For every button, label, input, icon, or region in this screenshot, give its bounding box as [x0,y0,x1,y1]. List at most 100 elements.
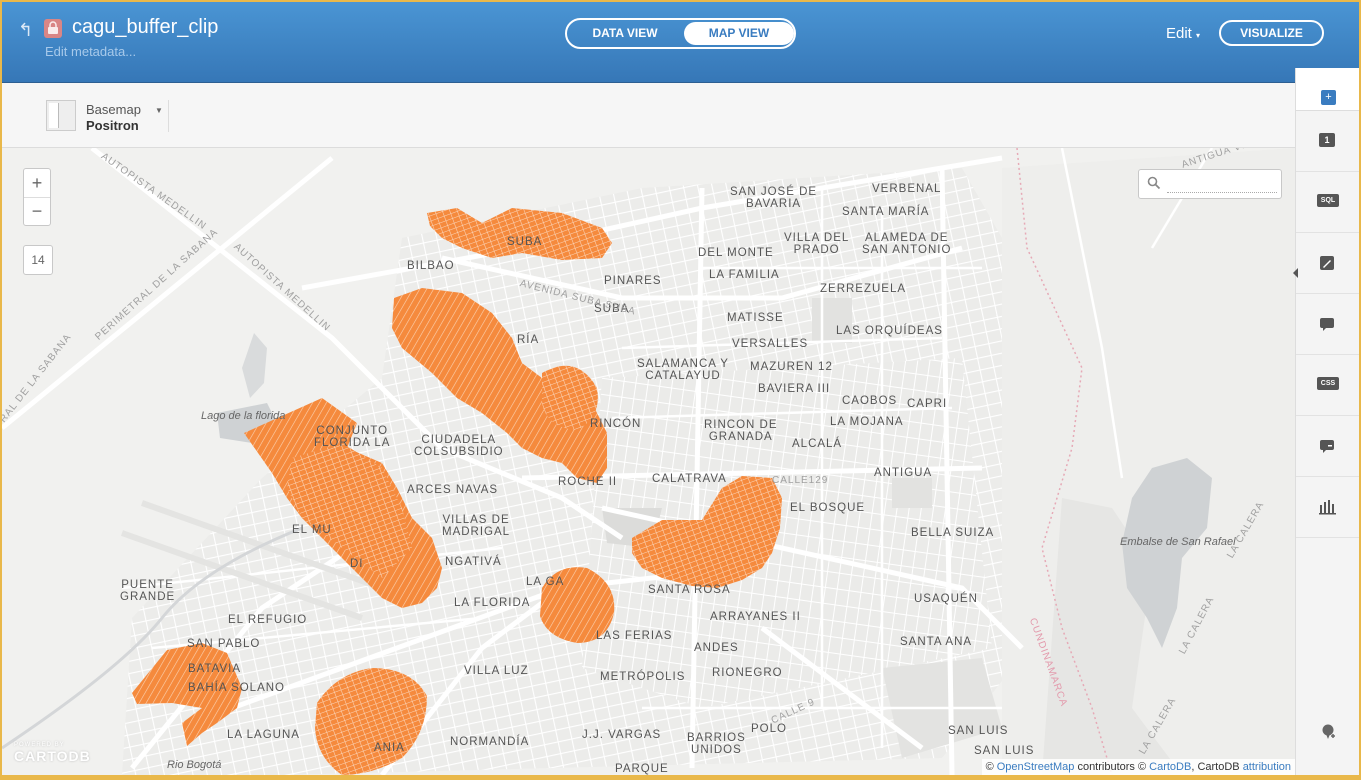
basemap-label[interactable]: Basemap [86,102,141,117]
map-label: RINCON DE GRANADA [704,419,778,443]
caret-down-icon[interactable]: ▼ [155,106,163,115]
cartodb-logo[interactable]: POWERED BY CARTODB [14,742,91,766]
map-label: EL BOSQUE [790,502,866,514]
edit-menu[interactable]: Edit ▾ [1166,25,1200,42]
map-label: POLO [751,723,787,735]
divider [168,100,169,132]
dataset-title[interactable]: cagu_buffer_clip [72,16,218,39]
attribution-text: , CartoDB [1191,761,1243,773]
wizard-tool-button[interactable] [1296,233,1359,294]
map-label: BAVIERA III [758,383,831,395]
map-label: ALCALÁ [792,438,843,450]
zoom-control: + − [23,168,51,226]
map-label: MATISSE [727,312,784,324]
basemap-value[interactable]: Positron [86,118,139,133]
osm-link[interactable]: OpenStreetMap [997,761,1075,773]
comment-icon [1320,318,1334,331]
map-label: LA FAMILIA [709,269,780,281]
attribution-text: contributors © [1074,761,1150,773]
map-label: RINCÓN [590,418,642,430]
map-pin-add-icon[interactable] [1320,723,1336,746]
map-label: EL MU [292,524,332,536]
map-label: CAPRI [907,398,948,410]
water-label: Embalse de San Rafael [1120,536,1236,548]
layer-1-button[interactable]: 1 [1296,111,1359,172]
back-arrow-icon[interactable]: ↰ [18,20,33,41]
map-label: BELLA SUIZA [911,527,995,539]
sql-icon: SQL [1317,194,1339,207]
paintbrush-icon [1320,256,1334,270]
right-tool-panel: + 1 SQL CSS [1293,68,1359,775]
map-canvas[interactable]: SAN JOSÉ DE BAVARIA VERBENAL SANTA MARÍA… [2,148,1295,775]
add-layer-button[interactable]: + [1321,90,1336,105]
map-label: ANDES [694,642,739,654]
map-label: BATAVIA [188,663,242,675]
water-label: Rio Bogotá [167,759,222,771]
cartodb-logo-text: CARTODB [14,748,91,764]
map-label: NGATIVÁ [445,556,502,568]
map-label: BARRIOS UNIDOS [687,732,746,756]
sql-tool-button[interactable]: SQL [1296,172,1359,233]
map-label: CONJUNTO FLORIDA LA [314,425,391,449]
histogram-icon [1319,500,1336,515]
map-label: LA LAGUNA [227,729,300,741]
map-label: SAN PABLO [187,638,261,650]
map-label: SALAMANCA Y CATALAYUD [637,358,729,382]
map-label: ARRAYANES II [710,611,801,623]
attribution-link[interactable]: attribution [1243,761,1291,773]
map-label: MAZUREN 12 [750,361,833,373]
map-label: ARCES NAVAS [407,484,499,496]
basemap-thumbnail[interactable] [46,100,76,131]
map-label: VILLA LUZ [464,665,529,677]
map-label: BILBAO [407,260,455,272]
map-label: SANTA ROSA [648,584,731,596]
edit-label: Edit [1166,25,1192,42]
filters-tool-button[interactable] [1296,477,1359,538]
edit-metadata-link[interactable]: Edit metadata... [45,44,136,59]
css-icon: CSS [1317,377,1339,390]
zoom-out-button[interactable]: − [24,197,50,225]
map-label: SAN LUIS [948,725,1009,737]
map-label: LA GA [526,576,565,588]
map-view-tab[interactable]: MAP VIEW [684,22,794,45]
zoom-level-indicator: 14 [23,245,53,275]
map-attribution: © OpenStreetMap contributors © CartoDB, … [981,759,1295,775]
map-label: METRÓPOLIS [600,671,686,683]
map-label: RIONEGRO [712,667,783,679]
legend-icon [1320,440,1334,453]
lock-icon[interactable] [44,19,62,38]
map-label: ROCHE II [558,476,618,488]
map-label: CAOBOS [842,395,898,407]
data-view-tab[interactable]: DATA VIEW [575,22,675,45]
map-label: LAS ORQUÍDEAS [836,325,943,337]
attribution-text: © [985,761,997,773]
map-label: LA FLORIDA [454,597,531,609]
infowindow-tool-button[interactable] [1296,294,1359,355]
map-label: J.J. VARGAS [582,729,662,741]
css-tool-button[interactable]: CSS [1296,355,1359,416]
map-label: SANTA MARÍA [842,206,930,218]
basemap-bar: Basemap Positron ▼ [2,83,1295,148]
map-label: SANTA ANA [900,636,973,648]
map-label: DEL MONTE [698,247,774,259]
road-label: CALLE129 [772,475,829,486]
map-label: PINARES [604,275,662,287]
view-toggle: DATA VIEW MAP VIEW [565,18,796,49]
label-text: SAN JOSÉ DE BAVARIA [730,186,818,210]
map-label: NORMANDÍA [450,736,530,748]
cartodb-link[interactable]: CartoDB [1149,761,1191,773]
map-label: PARQUE [615,763,669,775]
map-search-box [1138,169,1282,199]
layer-number-icon: 1 [1319,133,1335,147]
map-label: SUBA [507,236,543,248]
map-label: CIUDADELA COLSUBSIDIO [414,434,504,458]
map-label: RÍA [517,334,540,346]
add-layer-area: + [1296,68,1359,111]
map-label: ANTIGUA [874,467,933,479]
map-label: LAS FERIAS [596,630,673,642]
legend-tool-button[interactable] [1296,416,1359,477]
zoom-in-button[interactable]: + [24,169,50,198]
visualize-button[interactable]: VISUALIZE [1219,20,1324,46]
map-label: ZERREZUELA [820,283,907,295]
map-search-input[interactable] [1167,178,1277,193]
